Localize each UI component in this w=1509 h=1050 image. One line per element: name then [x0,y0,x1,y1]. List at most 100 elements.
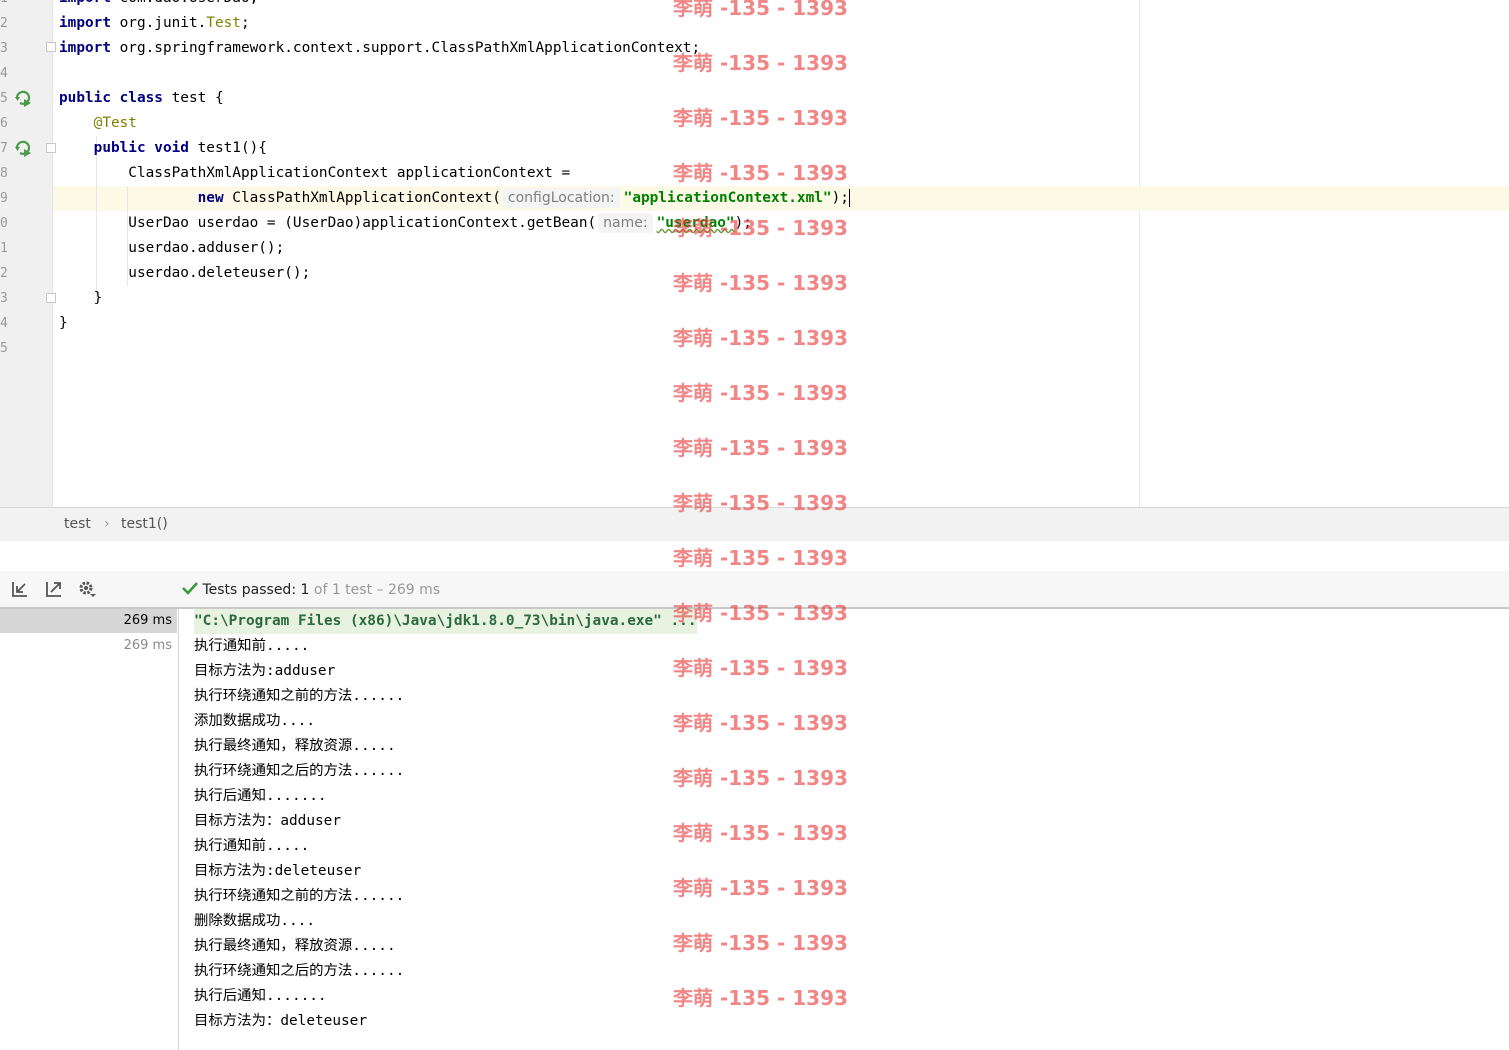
code-text: } [59,311,68,336]
console-command-line: "C:\Program Files (x86)\Java\jdk1.8.0_73… [194,609,697,634]
code-line[interactable]: 2 import org.junit.Test; [0,11,1509,36]
console-line: 执行环绕通知之前的方法...... [194,688,405,704]
code-token: } [59,315,68,331]
console-line: 执行最终通知，释放资源..... [194,938,396,954]
breadcrumb-separator: › [104,516,110,532]
code-text: import org.junit.Test; [59,11,250,36]
line-number: 3 [0,291,8,306]
keyword-token: public class [59,90,163,106]
line-number: 5 [0,91,8,106]
code-line[interactable]: 3 import org.springframework.context.supp… [0,36,1509,61]
string-token: "userdao" [656,215,735,231]
code-text: public class test { [59,86,224,111]
console-line: 执行环绕通知之前的方法...... [194,888,405,904]
line-number: 1 [0,241,8,256]
console-line: 执行最终通知，释放资源..... [194,738,396,754]
code-token: ClassPathXmlApplicationContext( [223,190,501,206]
code-text: new ClassPathXmlApplicationContext(confi… [59,186,850,211]
keyword-token: import [59,15,111,31]
status-count: 1 [300,582,310,598]
test-tree-row-test1[interactable]: 269 ms [0,634,177,658]
status-label: Tests passed: [202,582,297,598]
breadcrumb: test › test1() [0,507,1509,542]
code-line[interactable]: 1 userdao.adduser(); [0,236,1509,261]
code-token: ; [240,15,250,31]
code-token: } [59,290,103,306]
check-icon [182,582,198,595]
line-number: 9 [0,191,8,206]
code-line[interactable]: 4 [0,61,1509,86]
text-caret [848,189,850,207]
code-token: ); [734,215,752,231]
status-detail: of 1 test – 269 ms [313,582,441,598]
code-text: userdao.deleteuser(); [59,261,310,286]
parameter-hint: configLocation: [502,188,620,208]
code-token: org.junit. [110,15,207,31]
run-tool-window: Tests passed: 1 of 1 test – 269 ms 269 m… [0,541,1509,1050]
parameter-hint: name: [598,213,653,233]
console-line: 执行后通知....... [194,988,327,1004]
code-token: org.springframework.context.support.Clas… [110,40,701,56]
line-number: 4 [0,66,8,81]
line-number: 6 [0,116,8,131]
line-number: 4 [0,316,8,331]
line-number: 0 [0,216,8,231]
console-line: 目标方法为:deleteuser [194,863,362,879]
collapse-all-icon[interactable] [11,580,29,598]
console-line: 目标方法为：adduser [194,813,341,829]
code-token: test { [162,90,224,106]
code-token: ); [831,190,849,206]
code-line[interactable]: 2 userdao.deleteuser(); [0,261,1509,286]
test-status: Tests passed: 1 of 1 test – 269 ms [182,581,440,598]
code-line[interactable]: 1 import com.dao.UserDao; [0,0,1509,11]
console-line: 目标方法为:adduser [194,663,336,679]
breadcrumb-item-class[interactable]: test [64,516,91,532]
console-line: 执行通知前..... [194,638,310,654]
keyword-token: public void [93,140,189,156]
code-text: public void test1(){ [59,136,267,161]
code-line[interactable]: 7 public void test1(){ [0,136,1509,161]
code-token: com.dao.UserDao; [111,0,259,6]
code-line[interactable]: 5 public class test { [0,86,1509,111]
code-token: test1(){ [188,140,267,156]
console-line: 删除数据成功.... [194,913,315,929]
settings-gear-icon[interactable] [78,580,96,598]
code-line[interactable]: 0 UserDao userdao = (UserDao)application… [0,211,1509,236]
code-text: } [59,286,103,311]
code-line[interactable]: 5 [0,336,1509,361]
code-line[interactable]: 6 @Test [0,111,1509,136]
code-line[interactable]: 9 new ClassPathXmlApplicationContext(con… [0,186,1509,211]
line-number: 8 [0,166,8,181]
run-toolbar: Tests passed: 1 of 1 test – 269 ms [0,571,1509,609]
breadcrumb-item-method[interactable]: test1() [121,516,168,532]
keyword-token: import [59,0,111,6]
code-token: userdao.deleteuser(); [59,265,311,281]
console-line: 添加数据成功.... [194,713,315,729]
line-number: 2 [0,16,8,31]
code-text: @Test [59,111,137,136]
code-editor[interactable]: 1 import com.dao.UserDao; 2 import org.juni… [0,0,1509,507]
line-number: 7 [0,141,8,156]
console-line: 执行通知前..... [194,838,310,854]
code-text: ClassPathXmlApplicationContext applicati… [59,161,570,186]
expand-all-icon[interactable] [45,580,63,598]
code-text: import org.springframework.context.suppo… [59,36,700,61]
line-number: 1 [0,0,8,11]
line-number: 2 [0,266,8,281]
annotation-token: Test [206,15,241,31]
code-token: userdao.adduser(); [59,240,285,256]
code-line[interactable]: 4} [0,311,1509,336]
code-token: UserDao userdao = (UserDao)applicationCo… [59,215,597,231]
code-line[interactable]: 3 } [0,286,1509,311]
line-number: 3 [0,41,8,56]
code-token: ClassPathXmlApplicationContext applicati… [59,165,571,181]
code-line[interactable]: 8 ClassPathXmlApplicationContext applica… [0,161,1509,186]
line-number: 5 [0,341,8,356]
test-tree-row-root[interactable]: 269 ms [0,609,177,633]
string-token: "applicationContext.xml" [623,190,832,206]
console-line: 执行后通知....... [194,788,327,804]
console-line: 执行环绕通知之后的方法...... [194,963,405,979]
